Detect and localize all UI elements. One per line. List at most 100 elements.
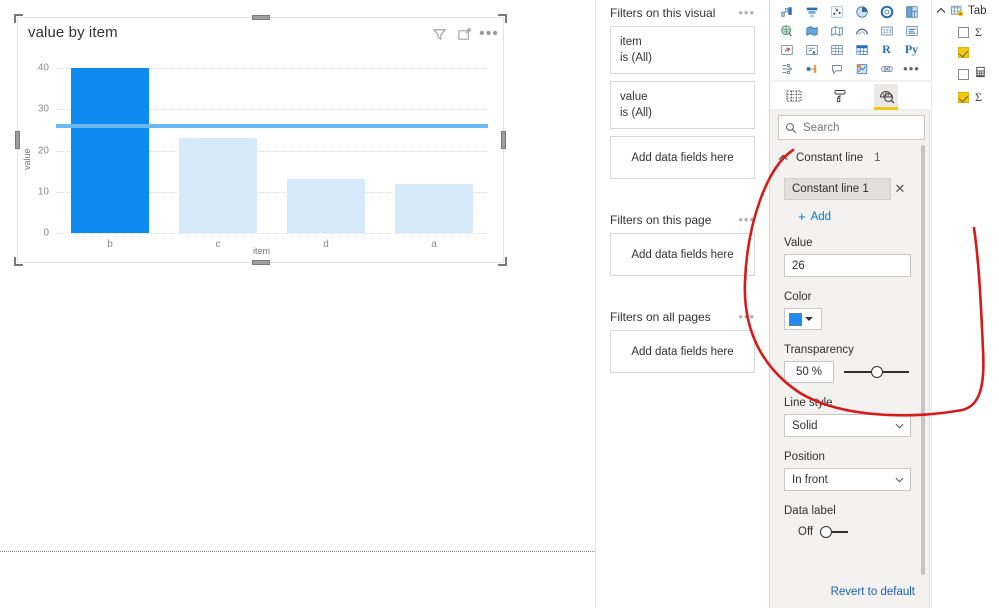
filter-dropzone[interactable]: Add data fields here xyxy=(610,136,755,179)
smart-narrative-icon[interactable] xyxy=(849,59,874,78)
search-input[interactable] xyxy=(803,121,908,134)
pie-chart-icon[interactable] xyxy=(849,2,874,21)
viz-pane-tabs xyxy=(770,82,930,110)
filter-group: Filters on this page ••• Add data fields h… xyxy=(610,207,755,276)
filter-card[interactable]: value is (All) xyxy=(610,81,755,129)
table-icon xyxy=(950,5,964,17)
y-axis-tick: 20 xyxy=(37,145,49,156)
card-icon[interactable]: 123 xyxy=(874,21,899,40)
filter-group-header: Filters on this page ••• xyxy=(610,207,755,233)
chart-bar[interactable] xyxy=(287,179,365,233)
more-options-icon[interactable]: ••• xyxy=(479,26,498,42)
filter-group-title: Filters on all pages xyxy=(610,310,711,324)
field-checkbox[interactable] xyxy=(958,92,969,103)
slider-thumb[interactable] xyxy=(870,366,883,378)
funnel-chart-icon[interactable] xyxy=(799,2,824,21)
sigma-icon: Σ xyxy=(975,90,982,104)
format-pane-scrollbar[interactable] xyxy=(921,145,925,575)
table-icon[interactable] xyxy=(824,40,849,59)
line-style-select[interactable]: Solid xyxy=(784,414,911,437)
bar-chart-visual[interactable]: value by item ••• value item 0 10 20 30 40 b c… xyxy=(14,14,507,266)
chart-bar[interactable] xyxy=(71,68,149,233)
tab-analytics[interactable] xyxy=(874,83,898,110)
constant-line-item[interactable]: Constant line 1 xyxy=(784,178,891,200)
map-icon[interactable] xyxy=(774,21,799,40)
tab-fields[interactable] xyxy=(782,84,806,108)
slicer-icon[interactable] xyxy=(799,40,824,59)
toggle-knob xyxy=(820,526,833,538)
python-visual-icon[interactable]: Py xyxy=(899,40,924,59)
y-axis-tick: 10 xyxy=(37,186,49,198)
key-influencers-icon[interactable] xyxy=(799,59,824,78)
chart-bar[interactable] xyxy=(179,138,257,233)
decomposition-tree-icon[interactable] xyxy=(774,59,799,78)
constant-line-section-header[interactable]: Constant line 1 xyxy=(778,152,928,164)
gallery-row-2: 123 xyxy=(774,21,926,40)
resize-handle-bottom[interactable] xyxy=(251,260,270,265)
field-row[interactable]: Σ xyxy=(932,18,999,40)
transparency-input[interactable]: 50 % xyxy=(784,361,834,383)
visualization-gallery: 123 A R Py ••• xyxy=(770,0,930,80)
section-count: 1 xyxy=(874,152,881,164)
focus-mode-icon[interactable] xyxy=(456,26,472,42)
field-checkbox[interactable] xyxy=(958,27,969,38)
remove-constant-line-icon[interactable]: ✕ xyxy=(891,181,909,197)
kpi-icon[interactable]: A xyxy=(774,40,799,59)
data-label-toggle[interactable] xyxy=(820,526,849,538)
filter-group-menu-icon[interactable]: ••• xyxy=(738,213,755,226)
chart-bar[interactable] xyxy=(395,183,473,233)
filter-group-title: Filters on this page xyxy=(610,213,712,227)
shape-map-icon[interactable] xyxy=(824,21,849,40)
resize-handle-top-left[interactable] xyxy=(14,14,23,23)
filter-card[interactable]: item is (All) xyxy=(610,26,755,74)
data-label-state: Off xyxy=(798,526,814,538)
resize-handle-bottom-right[interactable] xyxy=(498,257,507,266)
qna-icon[interactable] xyxy=(824,59,849,78)
filter-dropzone[interactable]: Add data fields here xyxy=(610,233,755,276)
filter-group-menu-icon[interactable]: ••• xyxy=(738,6,755,19)
value-input[interactable]: 26 xyxy=(784,254,911,277)
field-checkbox[interactable] xyxy=(958,47,969,58)
field-row[interactable] xyxy=(932,40,999,58)
scatter-chart-icon[interactable] xyxy=(824,2,849,21)
filter-dropzone[interactable]: Add data fields here xyxy=(610,330,755,373)
resize-handle-top[interactable] xyxy=(251,15,270,20)
multi-row-card-icon[interactable] xyxy=(899,21,924,40)
tab-format[interactable] xyxy=(828,84,852,108)
arcgis-map-icon[interactable] xyxy=(849,21,874,40)
donut-chart-icon[interactable] xyxy=(874,2,899,21)
resize-handle-bottom-left[interactable] xyxy=(14,257,23,266)
r-visual-icon[interactable]: R xyxy=(874,40,899,59)
more-visuals-icon[interactable]: ••• xyxy=(899,59,924,78)
field-row[interactable]: Σ xyxy=(932,83,999,105)
filter-icon[interactable] xyxy=(431,26,447,42)
filter-group-menu-icon[interactable]: ••• xyxy=(738,310,755,323)
matrix-icon[interactable] xyxy=(849,40,874,59)
filled-map-icon[interactable] xyxy=(799,21,824,40)
resize-handle-right[interactable] xyxy=(501,131,506,149)
paginated-report-icon[interactable] xyxy=(874,59,899,78)
toggle-track xyxy=(830,531,849,533)
add-constant-line-button[interactable]: + Add xyxy=(798,210,909,223)
position-select[interactable]: In front xyxy=(784,468,911,491)
treemap-icon[interactable] xyxy=(899,2,924,21)
waterfall-chart-icon[interactable] xyxy=(774,2,799,21)
fields-table-row[interactable]: Tab xyxy=(932,0,999,18)
power-bi-window: value by item ••• value item 0 10 20 30 40 b c… xyxy=(0,0,999,608)
resize-handle-top-right[interactable] xyxy=(498,14,507,23)
transparency-unit: % xyxy=(811,366,823,378)
field-checkbox[interactable] xyxy=(958,68,969,80)
filter-state: is (All) xyxy=(620,52,652,64)
filter-field-name: item xyxy=(620,36,642,48)
filter-group: Filters on this visual ••• item is (All) val… xyxy=(610,0,755,179)
visual-title: value by item xyxy=(28,24,118,41)
field-row[interactable] xyxy=(932,58,999,83)
search-box[interactable] xyxy=(778,115,925,140)
resize-handle-left[interactable] xyxy=(15,131,20,149)
visual-header-icons: ••• xyxy=(431,26,498,42)
color-picker-button[interactable] xyxy=(784,308,822,330)
transparency-slider[interactable] xyxy=(844,365,909,379)
x-axis-tick: d xyxy=(323,239,329,250)
revert-to-default-link[interactable]: Revert to default xyxy=(770,586,915,598)
section-title: Constant line xyxy=(796,152,864,164)
